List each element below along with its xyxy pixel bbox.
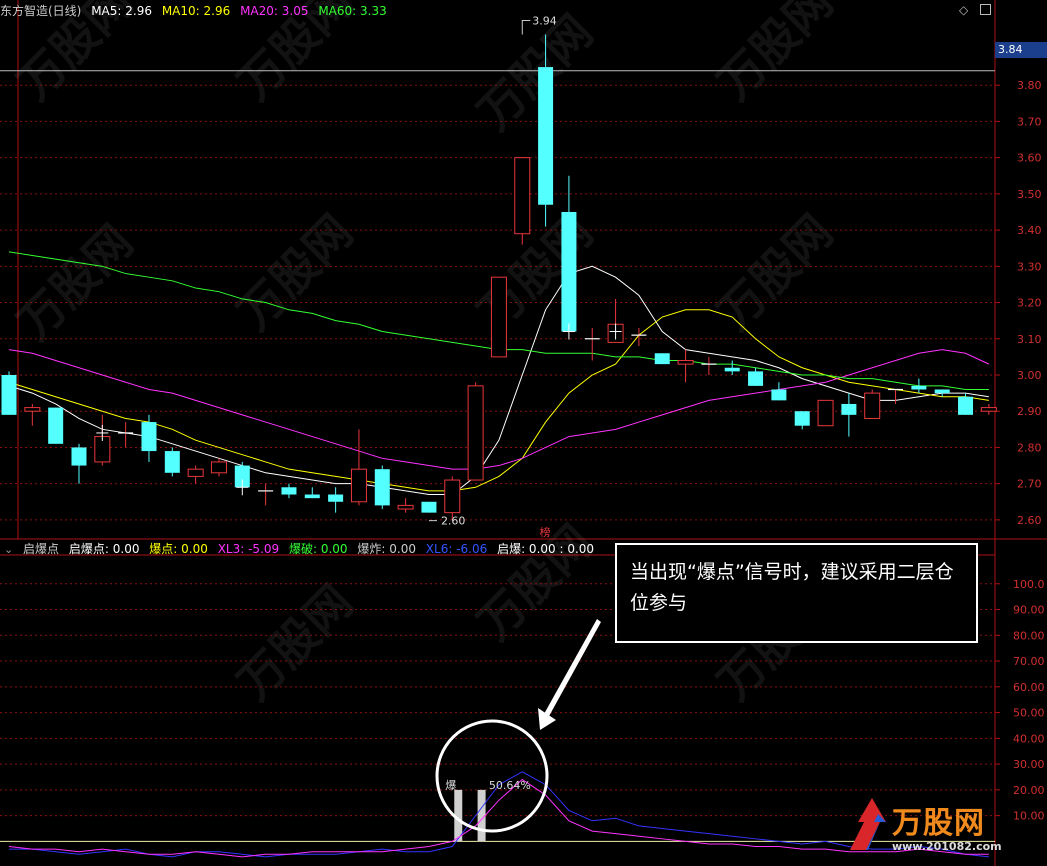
y-tick-label: 3.80: [1017, 79, 1042, 92]
watermark-text: 万股网: [227, 574, 363, 710]
chart-canvas: 万股网万股网万股网万股网万股网万股网万股网万股网万股网万股网万股网3.803.7…: [0, 0, 1047, 866]
watermark-text: 万股网: [707, 0, 843, 110]
candle-body-down: [748, 371, 764, 386]
candle-body-down: [794, 411, 810, 426]
candle-body-up: [210, 461, 227, 474]
y-tick-label: 3.20: [1017, 297, 1042, 310]
board-badge: 榜: [540, 525, 551, 539]
y-tick-label: 40.00: [1013, 732, 1045, 745]
baopo-label: 爆破: 0.00: [288, 542, 348, 556]
diamond-icon[interactable]: ◇: [959, 3, 968, 17]
watermark-text: 万股网: [707, 204, 843, 340]
chevron-down-icon[interactable]: ⌄: [4, 543, 13, 557]
candle-body-down: [164, 451, 180, 473]
y-tick-label: 70.00: [1013, 655, 1045, 668]
main-chart-header: 东方智造(日线) MA5: 2.96 MA10: 2.96 MA20: 3.05…: [0, 4, 393, 18]
y-tick-label: 3.30: [1017, 260, 1042, 273]
signal-label: 爆: [445, 778, 456, 792]
site-logo: 万股网 www.201082.com: [838, 788, 1043, 860]
candle-body-down: [421, 501, 437, 513]
watermark-text: 万股网: [7, 214, 143, 350]
candle-body-up: [397, 504, 414, 510]
candle-body-up: [677, 360, 694, 365]
qibao-label: 启爆: 0.00 : 0.00: [497, 542, 595, 556]
maximize-icon[interactable]: [980, 4, 991, 15]
candle-body-down: [654, 353, 670, 365]
high-marker: [521, 19, 531, 35]
candle-body-down: [304, 494, 320, 499]
candle-body-down: [958, 396, 974, 415]
y-tick-label: 60.00: [1013, 681, 1045, 694]
y-tick-label: 50.00: [1013, 707, 1045, 720]
candle-body-down: [934, 389, 950, 394]
y-tick-label: 100.0: [1013, 578, 1045, 591]
y-tick-label: 3.10: [1017, 333, 1042, 346]
candle-body-up: [444, 479, 461, 514]
ma20-label: MA20: 3.05: [240, 4, 309, 18]
y-tick-label: 2.90: [1017, 405, 1042, 418]
signal-label: 50.64%: [489, 779, 531, 792]
candle-body-up: [467, 385, 484, 481]
candle-body-down: [281, 487, 297, 495]
logo-arrow-icon: [850, 798, 886, 850]
candle-body-up: [864, 392, 881, 419]
candle-body-up: [514, 157, 531, 235]
y-tick-label: 3.50: [1017, 188, 1042, 201]
current-price-tag: 3.84: [995, 42, 1047, 58]
y-tick-label: 2.60: [1017, 514, 1042, 527]
candle-body-down: [771, 389, 787, 401]
y-tick-label: 3.60: [1017, 152, 1042, 165]
annotation-callout: 当出现“爆点”信号时，建议采用二层仓位参与: [615, 543, 978, 643]
qibaodian-label: 启爆点: 0.00: [68, 542, 140, 556]
y-tick-label: 3.00: [1017, 369, 1042, 382]
y-tick-label: 3.70: [1017, 115, 1042, 128]
xl3-label: XL3: -5.09: [217, 542, 280, 556]
baozha-label: 爆炸: 0.00: [357, 542, 416, 556]
high-label: 3.94: [532, 14, 557, 27]
ma10-label: MA10: 2.96: [161, 4, 231, 18]
candle-body-down: [48, 407, 64, 444]
stock-title[interactable]: 东方智造(日线): [0, 4, 81, 18]
candle-body-down: [141, 422, 157, 452]
watermark-text: 万股网: [467, 204, 603, 340]
candle-body-up: [187, 468, 204, 477]
candle-body-down: [561, 211, 577, 332]
candle-body-down: [1, 374, 17, 415]
y-tick-label: 2.70: [1017, 478, 1042, 491]
y-tick-label: 2.80: [1017, 441, 1042, 454]
watermark-text: 万股网: [467, 514, 603, 650]
candle-body-down: [328, 494, 344, 502]
ma5-label: MA5: 2.96: [91, 4, 152, 18]
xl6-label: XL6: -6.06: [425, 542, 488, 556]
candle-body-up: [980, 407, 997, 412]
logo-url: www.201082.com: [892, 840, 1002, 853]
baodian-label: 爆点: 0.00: [149, 542, 208, 556]
candle-body-down: [724, 367, 740, 372]
candle-body-down: [374, 469, 390, 506]
candle-body-up: [350, 468, 367, 503]
ma60-label: MA60: 3.33: [318, 4, 387, 18]
y-tick-label: 80.00: [1013, 629, 1045, 642]
candle-body-down: [911, 385, 927, 390]
candle-body-up: [817, 399, 834, 427]
y-tick-label: 90.00: [1013, 604, 1045, 617]
indicator-title[interactable]: 启爆点: [23, 542, 59, 556]
window-controls: ◇: [951, 3, 991, 17]
logo-text: 万股网: [892, 806, 985, 841]
y-tick-label: 30.00: [1013, 758, 1045, 771]
candle-body-up: [490, 276, 507, 358]
y-tick-label: 3.40: [1017, 224, 1042, 237]
candle-body-down: [841, 403, 857, 415]
candle-body-up: [24, 407, 41, 412]
indicator-header: ⌄ 启爆点 启爆点: 0.00 爆点: 0.00 XL3: -5.09 爆破: …: [0, 542, 600, 557]
candle-body-down: [71, 447, 87, 466]
low-label: 2.60: [441, 515, 466, 528]
watermark-text: 万股网: [227, 204, 363, 340]
candle-body-down: [538, 67, 554, 205]
